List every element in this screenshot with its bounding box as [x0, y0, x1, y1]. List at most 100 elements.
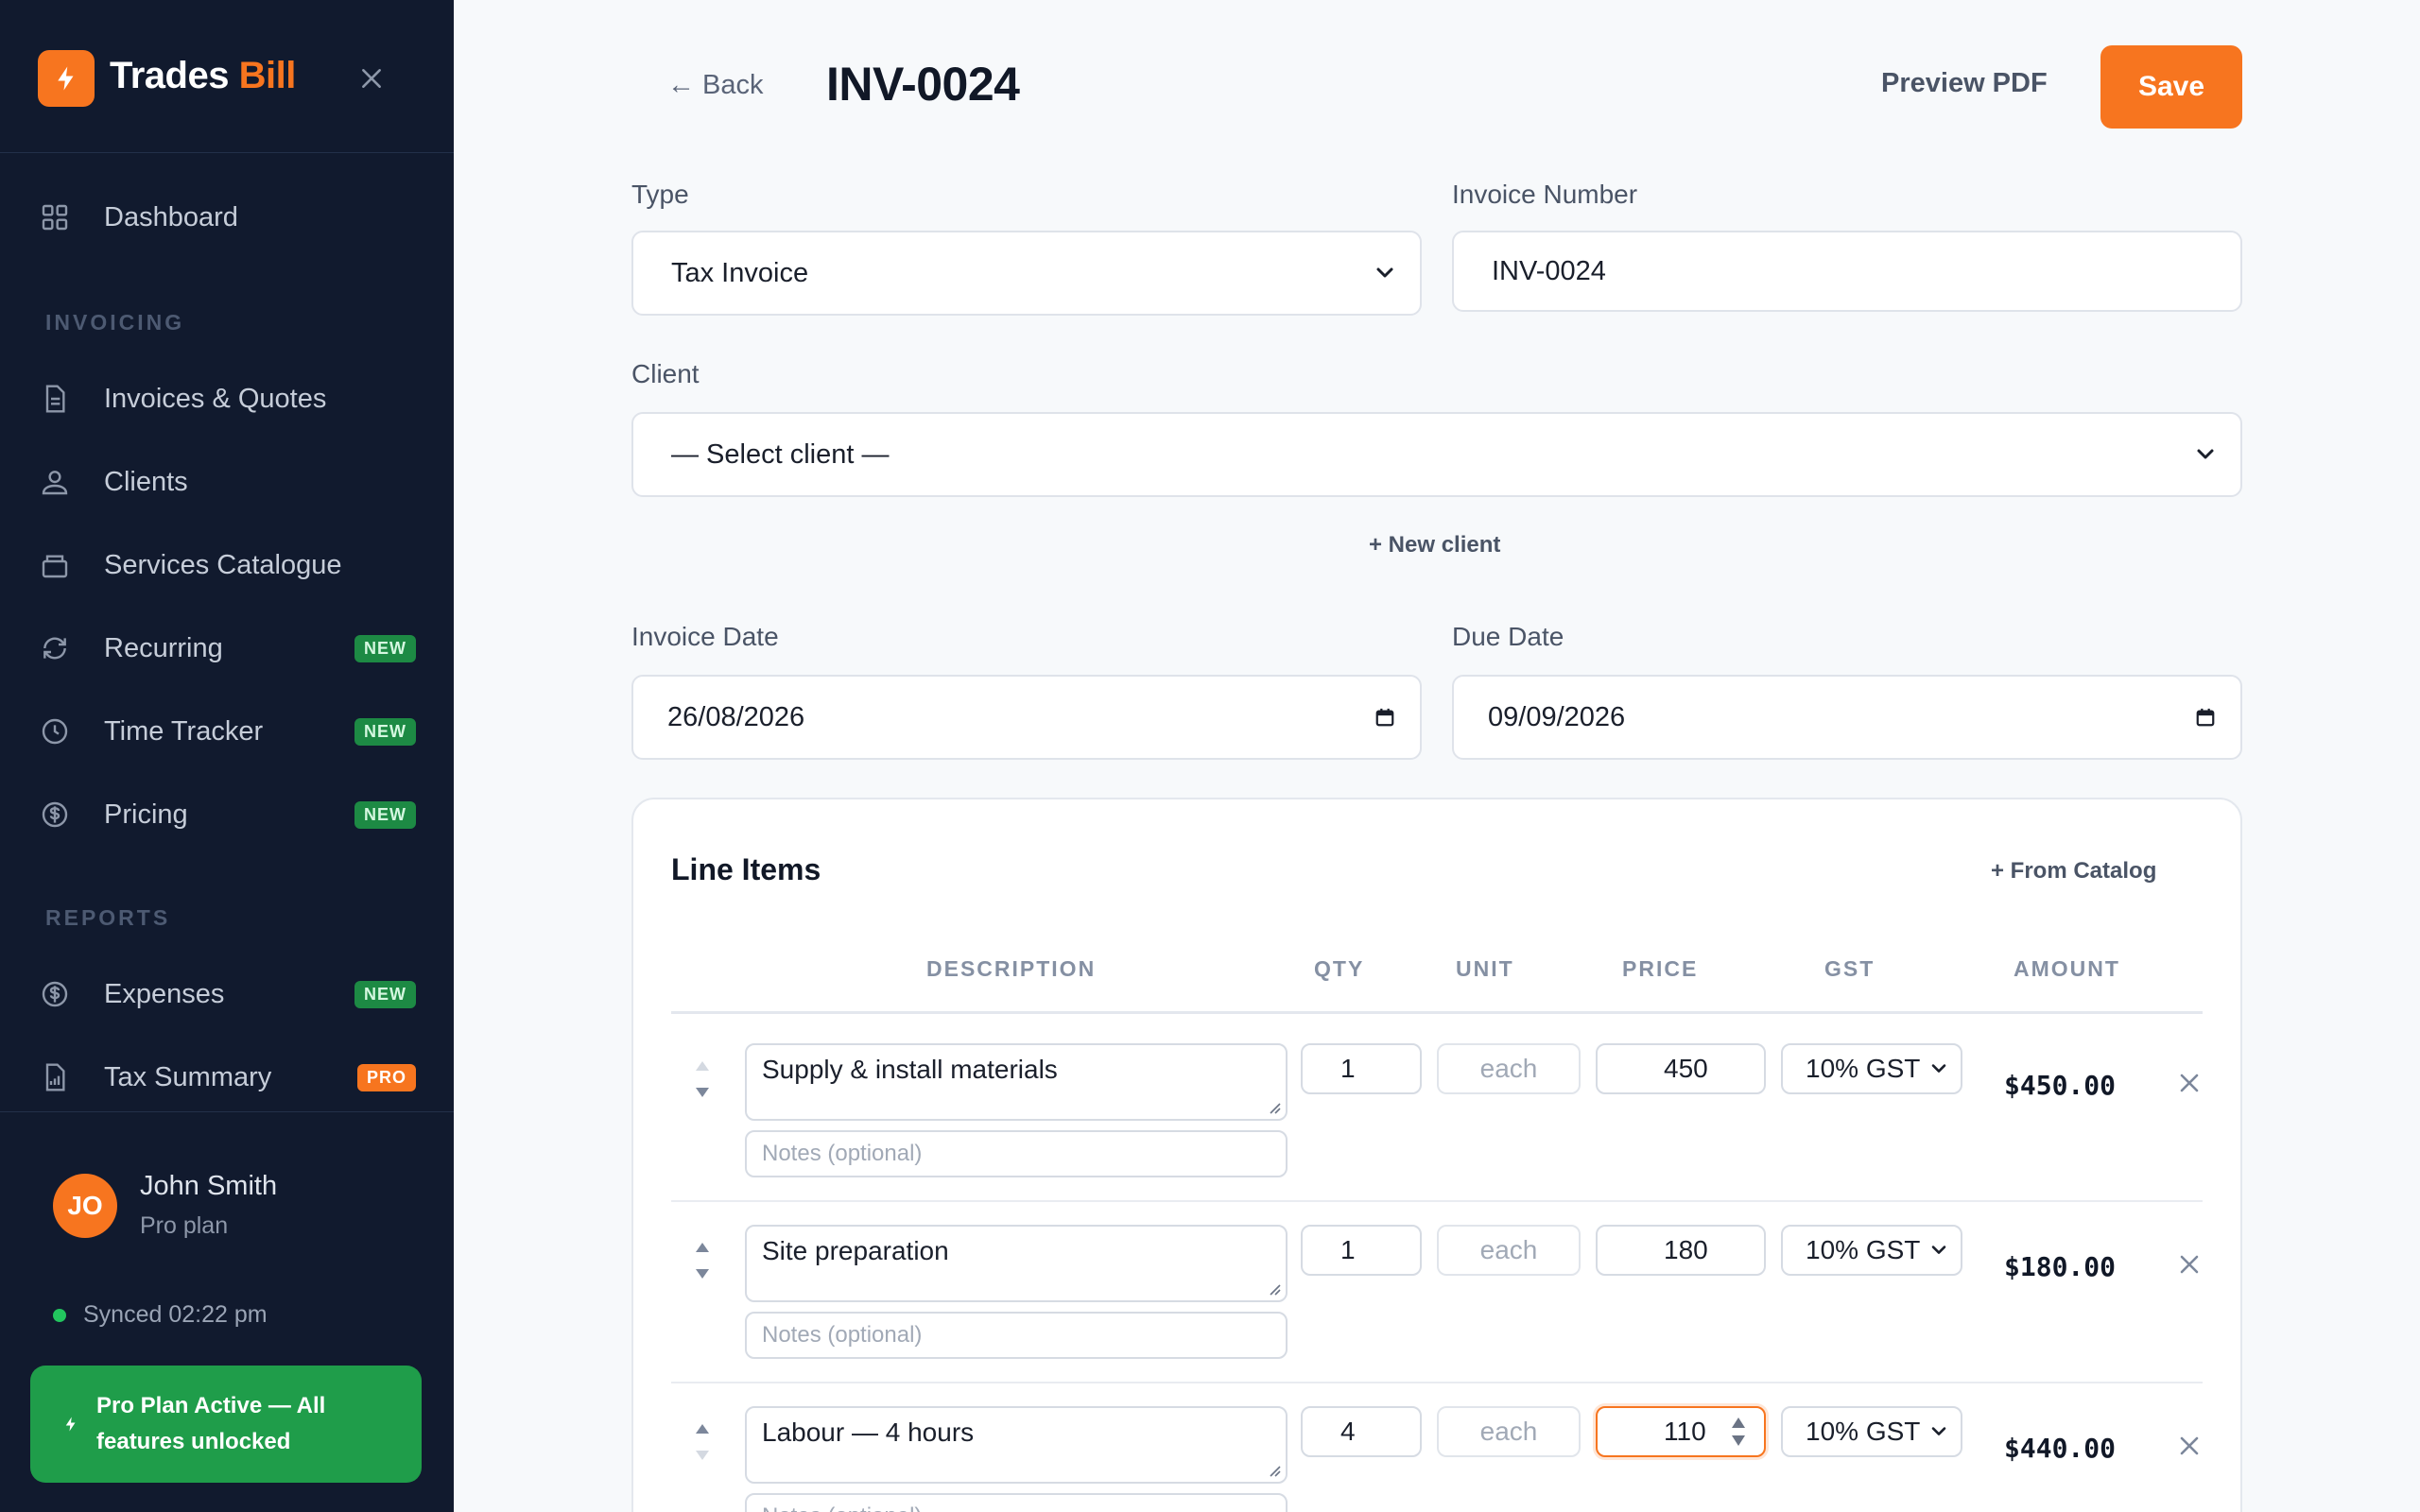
page-title: INV-0024: [826, 58, 1020, 111]
back-button[interactable]: ← Back: [667, 70, 764, 101]
line-amount: $180.00: [2004, 1251, 2117, 1282]
invoice-date-input[interactable]: 26/08/2026: [631, 675, 1422, 760]
description-input[interactable]: Labour — 4 hours: [745, 1406, 1288, 1484]
unit-input[interactable]: each: [1437, 1043, 1581, 1094]
description-input[interactable]: Supply & install materials: [745, 1043, 1288, 1121]
brand-header: Trades Bill: [0, 0, 454, 153]
gst-select[interactable]: 10% GST: [1781, 1225, 1962, 1276]
move-up-icon[interactable]: [690, 1419, 715, 1438]
new-badge: NEW: [354, 717, 416, 746]
gst-select[interactable]: 10% GST: [1781, 1406, 1962, 1457]
price-input[interactable]: 450: [1596, 1043, 1766, 1094]
calendar-icon[interactable]: [2195, 707, 2216, 728]
users-icon: [38, 465, 72, 499]
new-badge: NEW: [354, 980, 416, 1008]
pro-badge: PRO: [356, 1063, 416, 1091]
unit-input[interactable]: each: [1437, 1225, 1581, 1276]
status-dot-icon: [53, 1308, 66, 1322]
column-header-price: PRICE: [1622, 956, 1699, 981]
resize-grip-icon[interactable]: [1267, 1100, 1282, 1115]
user-plan: Pro plan: [140, 1212, 229, 1239]
new-client-button[interactable]: + New client: [1369, 532, 1500, 558]
qty-input[interactable]: 1: [1301, 1043, 1422, 1094]
notes-input[interactable]: Notes (optional): [745, 1130, 1288, 1177]
sidebar-item-recurring[interactable]: Recurring NEW: [38, 618, 416, 679]
resize-grip-icon[interactable]: [1267, 1281, 1282, 1297]
preview-pdf-button[interactable]: Preview PDF: [1881, 68, 2048, 99]
type-label: Type: [631, 180, 689, 209]
move-down-icon: [690, 1446, 715, 1465]
sidebar-item-expenses[interactable]: Expenses NEW: [38, 964, 416, 1024]
sidebar-item-tax-summary[interactable]: Tax Summary PRO: [38, 1047, 416, 1108]
avatar[interactable]: JO: [53, 1174, 117, 1238]
pro-plan-banner[interactable]: Pro Plan Active — All features unlocked: [30, 1366, 422, 1483]
calendar-icon[interactable]: [1374, 707, 1395, 728]
sidebar-item-services-catalogue[interactable]: Services Catalogue: [38, 535, 416, 595]
sync-status: Synced 02:22 pm: [53, 1301, 268, 1329]
table-row: Labour — 4 hours Notes (optional) 4 each…: [633, 1406, 2244, 1512]
column-header-amount: AMOUNT: [2014, 956, 2120, 981]
gst-select[interactable]: 10% GST: [1781, 1043, 1962, 1094]
dollar-icon: [38, 977, 72, 1011]
move-down-icon[interactable]: [690, 1083, 715, 1102]
sidebar-item-dashboard[interactable]: Dashboard: [38, 187, 416, 248]
client-label: Client: [631, 359, 700, 388]
resize-grip-icon[interactable]: [1267, 1463, 1282, 1478]
user-panel: JO John Smith Pro plan Synced 02:22 pm P…: [0, 1111, 454, 1512]
report-icon: [38, 1060, 72, 1094]
number-spinner-icon[interactable]: [1730, 1416, 1747, 1448]
table-row: Supply & install materials Notes (option…: [633, 1043, 2244, 1223]
client-select[interactable]: — Select client —: [631, 412, 2242, 497]
row-divider: [671, 1200, 2203, 1202]
description-input[interactable]: Site preparation: [745, 1225, 1288, 1302]
type-select[interactable]: Tax Invoice: [631, 231, 1422, 316]
notes-input[interactable]: Notes (optional): [745, 1493, 1288, 1512]
qty-input[interactable]: 1: [1301, 1225, 1422, 1276]
chevron-down-icon: [1931, 1427, 1946, 1435]
price-input[interactable]: 110: [1596, 1406, 1766, 1457]
grid-icon: [38, 200, 72, 234]
chevron-down-icon: [2195, 444, 2216, 465]
line-amount: $440.00: [2004, 1433, 2117, 1464]
qty-input[interactable]: 4: [1301, 1406, 1422, 1457]
chevron-down-icon: [1374, 263, 1395, 284]
table-row: Site preparation Notes (optional) 1 each…: [633, 1225, 2244, 1404]
refresh-icon: [38, 631, 72, 665]
move-up-icon[interactable]: [690, 1238, 715, 1257]
due-date-label: Due Date: [1452, 622, 1564, 651]
clock-icon: [38, 714, 72, 748]
lightning-logo-icon: [38, 50, 95, 107]
dollar-icon: [38, 798, 72, 832]
unit-input[interactable]: each: [1437, 1406, 1581, 1457]
column-header-qty: QTY: [1314, 956, 1365, 981]
lightning-icon: [65, 1417, 76, 1432]
move-down-icon[interactable]: [690, 1264, 715, 1283]
close-sidebar-icon[interactable]: [355, 62, 388, 94]
section-label-reports: REPORTS: [45, 905, 171, 930]
new-badge: NEW: [354, 800, 416, 829]
sidebar-item-pricing[interactable]: Pricing NEW: [38, 784, 416, 845]
notes-input[interactable]: Notes (optional): [745, 1312, 1288, 1359]
new-badge: NEW: [354, 634, 416, 662]
row-divider: [671, 1382, 2203, 1383]
column-header-description: DESCRIPTION: [926, 956, 1097, 981]
save-button[interactable]: Save: [2100, 45, 2242, 129]
line-amount: $450.00: [2004, 1070, 2117, 1101]
column-header-gst: GST: [1824, 956, 1876, 981]
sidebar-item-invoices[interactable]: Invoices & Quotes: [38, 369, 416, 429]
invoice-number-input[interactable]: INV-0024: [1452, 231, 2242, 312]
main-content: ← Back INV-0024 Preview PDF Save Type Ta…: [454, 0, 2420, 1512]
invoice-number-label: Invoice Number: [1452, 180, 1638, 209]
brand-name: Trades Bill: [110, 55, 296, 96]
column-header-unit: UNIT: [1456, 956, 1514, 981]
sidebar-item-clients[interactable]: Clients: [38, 452, 416, 512]
line-items-card: Line Items + From Catalog DESCRIPTION QT…: [631, 798, 2242, 1512]
from-catalog-button[interactable]: + From Catalog: [1991, 858, 2156, 885]
remove-row-icon[interactable]: [2176, 1070, 2203, 1096]
sidebar-item-time-tracker[interactable]: Time Tracker NEW: [38, 701, 416, 762]
chevron-down-icon: [1931, 1246, 1946, 1254]
remove-row-icon[interactable]: [2176, 1251, 2203, 1278]
due-date-input[interactable]: 09/09/2026: [1452, 675, 2242, 760]
remove-row-icon[interactable]: [2176, 1433, 2203, 1459]
price-input[interactable]: 180: [1596, 1225, 1766, 1276]
